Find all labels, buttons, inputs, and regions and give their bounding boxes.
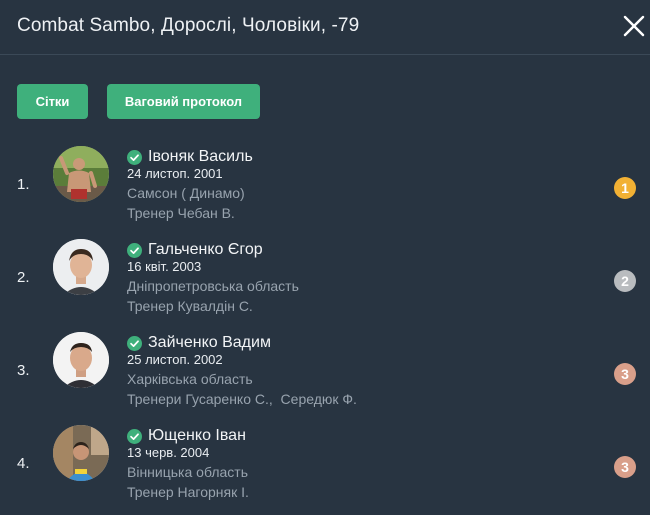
club-region: Самсон ( Динамо) <box>127 185 245 201</box>
athlete-name-row: Ющенко Іван <box>127 425 246 447</box>
modal-title: Combat Sambo, Дорослі, Чоловіки, -79 <box>17 15 360 36</box>
athlete-avatar <box>53 239 109 295</box>
place-number: 2. <box>17 269 30 286</box>
birth-date: 16 квіт. 2003 <box>127 259 202 274</box>
athlete-name-row: Івоняк Василь <box>127 146 253 168</box>
close-button[interactable] <box>622 14 646 38</box>
birth-date: 24 листоп. 2001 <box>127 166 223 181</box>
place-number: 4. <box>17 455 30 472</box>
birth-date: 25 листоп. 2002 <box>127 352 223 367</box>
verified-check-icon <box>127 335 142 351</box>
grids-button[interactable]: Сітки <box>17 84 88 119</box>
club-region: Вінницька область <box>127 464 248 480</box>
verified-check-icon <box>127 428 142 444</box>
place-number: 3. <box>17 362 30 379</box>
coach: Тренер Кувалдін С. <box>127 298 253 314</box>
result-row[interactable]: 1. Івоняк Василь 24 листоп. 2001 Самсон … <box>0 146 650 236</box>
weigh-in-protocol-button[interactable]: Ваговий протокол <box>107 84 260 119</box>
bronze-medal-badge: 3 <box>614 363 636 385</box>
close-icon <box>623 15 645 37</box>
place-number: 1. <box>17 176 30 193</box>
result-row[interactable]: 2. Гальченко Єгор 16 квіт. 2003 Дніпропе… <box>0 239 650 329</box>
athlete-name[interactable]: Ющенко Іван <box>148 427 246 445</box>
coach: Тренер Чебан В. <box>127 205 235 221</box>
athlete-name[interactable]: Гальченко Єгор <box>148 241 263 259</box>
result-row[interactable]: 4. Ющенко Іван 13 черв. 2004 Вінницька о… <box>0 425 650 515</box>
athlete-avatar <box>53 146 109 202</box>
birth-date: 13 черв. 2004 <box>127 445 210 460</box>
gold-medal-badge: 1 <box>614 177 636 199</box>
verified-check-icon <box>127 149 142 165</box>
verified-check-icon <box>127 242 142 258</box>
athlete-avatar <box>53 425 109 481</box>
coach: Тренер Нагорняк І. <box>127 484 249 500</box>
athlete-name-row: Гальченко Єгор <box>127 239 263 261</box>
club-region: Харківська область <box>127 371 253 387</box>
silver-medal-badge: 2 <box>614 270 636 292</box>
bronze-medal-badge: 3 <box>614 456 636 478</box>
athlete-name[interactable]: Івоняк Василь <box>148 148 253 166</box>
modal-header: Combat Sambo, Дорослі, Чоловіки, -79 <box>0 0 650 55</box>
coach: Тренери Гусаренко С., Середюк Ф. <box>127 391 357 407</box>
athlete-name[interactable]: Зайченко Вадим <box>148 334 271 352</box>
athlete-avatar <box>53 332 109 388</box>
result-row[interactable]: 3. Зайченко Вадим 25 листоп. 2002 Харків… <box>0 332 650 422</box>
club-region: Дніпропетровська область <box>127 278 299 294</box>
athlete-name-row: Зайченко Вадим <box>127 332 271 354</box>
